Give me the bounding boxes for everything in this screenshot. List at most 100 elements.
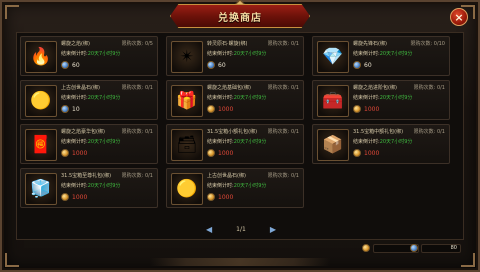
price-value: 1000 (72, 149, 88, 157)
countdown-value: 20天7小时9分 (233, 51, 267, 57)
shop-item-cell[interactable]: 🎁 螺旋之焰基础包(绑) 限购次数: 0/1 结束倒计时:20天7小时9分 1000 (166, 80, 304, 120)
price-value: 1000 (218, 105, 234, 113)
countdown: 结束倒计时:20天7小时9分 (207, 94, 266, 101)
item-price: 1000 (61, 193, 87, 201)
gold-medallion-icon[interactable]: 🟡 (25, 85, 57, 117)
window-title: 兑换商店 (218, 12, 262, 24)
countdown: 结束倒计时:20天7小时9分 (61, 138, 120, 145)
countdown-label: 结束倒计时: (353, 51, 380, 57)
purchase-limit: 限购次数: 0/1 (413, 85, 445, 91)
countdown-value: 20天7小时9分 (233, 95, 267, 101)
shop-item-cell[interactable]: 🔥 螺旋之焰(绑) 限购次数: 0/5 结束倒计时:20天7小时9分 60 (20, 36, 158, 76)
item-price: 1000 (353, 149, 379, 157)
price-value: 1000 (364, 105, 380, 113)
red-bag-icon[interactable]: 🧧 (25, 129, 57, 161)
blue-chest-open-icon[interactable]: 📦 (317, 129, 349, 161)
gold-coin-icon (61, 149, 69, 157)
price-value: 1000 (364, 149, 380, 157)
countdown-label: 结束倒计时: (353, 139, 380, 145)
gold-coin-icon (207, 193, 215, 201)
item-price: 1000 (61, 149, 87, 157)
next-page-button[interactable]: ▶ (270, 225, 276, 234)
gold-medallion-icon[interactable]: 🟡 (171, 173, 203, 205)
item-price: 60 (353, 61, 372, 69)
countdown-label: 结束倒计时: (207, 139, 234, 145)
purchase-limit: 限购次数: 0/1 (121, 129, 153, 135)
item-name: 上古创世晶石(绑) (61, 85, 100, 91)
shop-item-cell[interactable]: 🟡 上古创世晶石(绑) 限购次数: 0/1 结束倒计时:20天7小时9分 1000 (166, 168, 304, 208)
purchase-limit: 限购次数: 0/1 (121, 173, 153, 179)
red-treasure-icon[interactable]: 🧰 (317, 85, 349, 117)
purchase-limit: 限购次数: 0/1 (267, 85, 299, 91)
gold-coin-icon (353, 149, 361, 157)
purchase-limit: 限购次数: 0/1 (267, 173, 299, 179)
blue-chest-icon[interactable]: 🗃 (171, 129, 203, 161)
countdown: 结束倒计时:20天7小时9分 (61, 182, 120, 189)
blue-gem-icon (410, 244, 418, 252)
countdown: 结束倒计时:20天7小时9分 (353, 138, 412, 145)
countdown-label: 结束倒计时: (207, 95, 234, 101)
price-value: 1000 (218, 149, 234, 157)
red-giftbox-icon[interactable]: 🎁 (171, 85, 203, 117)
countdown-value: 20天7小时9分 (233, 183, 267, 189)
countdown-label: 结束倒计时: (353, 95, 380, 101)
countdown-value: 20天7小时9分 (379, 51, 413, 57)
purchase-limit: 限购次数: 0/1 (413, 129, 445, 135)
item-price: 1000 (207, 149, 233, 157)
price-value: 1000 (72, 193, 88, 201)
countdown-value: 20天7小时9分 (87, 183, 121, 189)
close-button[interactable]: × (450, 8, 468, 26)
shop-item-cell[interactable]: 🧊 31.5宝箱至尊礼包(绑) 限购次数: 0/1 结束倒计时:20天7小时9分 100… (20, 168, 158, 208)
item-name: 上古创世晶石(绑) (207, 173, 246, 179)
item-name: 31.5宝箱至尊礼包(绑) (61, 173, 112, 179)
item-price: 10 (61, 105, 80, 113)
gold-stone-icon[interactable]: ✴ (171, 41, 203, 73)
purchase-limit: 限购次数: 0/1 (267, 129, 299, 135)
item-price: 1000 (207, 105, 233, 113)
countdown: 结束倒计时:20天7小时9分 (61, 50, 120, 57)
prev-page-button[interactable]: ◀ (206, 225, 212, 234)
item-name: 31.5宝箱中额礼包(绑) (353, 129, 404, 135)
countdown: 结束倒计时:20天7小时9分 (61, 94, 120, 101)
shop-item-cell[interactable]: 🟡 上古创世晶石(绑) 限购次数: 0/1 结束倒计时:20天7小时9分 10 (20, 80, 158, 120)
countdown-value: 20天7小时9分 (233, 139, 267, 145)
blue-cube-icon[interactable]: 🧊 (25, 173, 57, 205)
shop-item-cell[interactable]: 🧧 螺旋之焰豪华包(绑) 限购次数: 0/1 结束倒计时:20天7小时9分 1000 (20, 124, 158, 164)
countdown-label: 结束倒计时: (61, 95, 88, 101)
shop-item-cell[interactable]: 📦 31.5宝箱中额礼包(绑) 限购次数: 0/1 结束倒计时:20天7小时9分 100… (312, 124, 450, 164)
crystal-cluster-icon[interactable]: 💎 (317, 41, 349, 73)
item-price: 60 (61, 61, 80, 69)
countdown: 结束倒计时:20天7小时9分 (207, 50, 266, 57)
item-price: 1000 (353, 105, 379, 113)
blue-gem-icon (61, 61, 69, 69)
blue-amount-box: 80 (421, 243, 461, 253)
item-name: 31.5宝箱小额礼包(绑) (207, 129, 258, 135)
blue-gem-icon (207, 61, 215, 69)
purchase-limit: 限购次数: 0/5 (121, 41, 153, 47)
shop-item-cell[interactable]: 💎 螺旋先锋石(绑) 限购次数: 0/10 结束倒计时:20天7小时9分 60 (312, 36, 450, 76)
countdown: 结束倒计时:20天7小时9分 (207, 138, 266, 145)
red-crystal-icon[interactable]: 🔥 (25, 41, 57, 73)
price-value: 60 (72, 61, 80, 69)
countdown-label: 结束倒计时: (207, 183, 234, 189)
price-value: 10 (72, 105, 80, 113)
page-indicator: 1/1 (236, 225, 246, 233)
countdown-label: 结束倒计时: (61, 51, 88, 57)
shop-item-cell[interactable]: ✴ 转灵原石·螺旋(绑) 限购次数: 0/1 结束倒计时:20天7小时9分 60 (166, 36, 304, 76)
footer-ornament (150, 258, 330, 266)
item-name: 螺旋先锋石(绑) (353, 41, 387, 47)
frame-corner (5, 253, 19, 267)
gold-coin-icon (207, 105, 215, 113)
gold-coin-icon (362, 244, 370, 252)
item-price: 1000 (207, 193, 233, 201)
frame-corner (461, 253, 475, 267)
blue-amount: 80 (450, 245, 457, 251)
purchase-limit: 限购次数: 0/1 (267, 41, 299, 47)
price-value: 1000 (218, 193, 234, 201)
gold-coin-icon (353, 105, 361, 113)
countdown-value: 20天7小时9分 (379, 139, 413, 145)
shop-item-cell[interactable]: 🧰 螺旋之焰进阶包(绑) 限购次数: 0/1 结束倒计时:20天7小时9分 1000 (312, 80, 450, 120)
purchase-limit: 限购次数: 0/1 (121, 85, 153, 91)
shop-item-cell[interactable]: 🗃 31.5宝箱小额礼包(绑) 限购次数: 0/1 结束倒计时:20天7小时9分 100… (166, 124, 304, 164)
countdown-value: 20天7小时9分 (87, 51, 121, 57)
